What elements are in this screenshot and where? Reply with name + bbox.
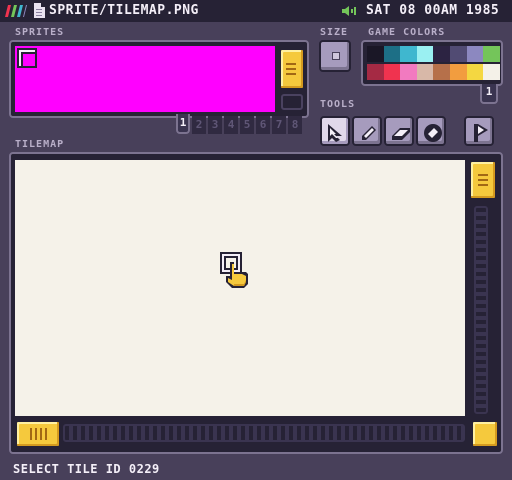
color-swatch[interactable] [483, 46, 501, 62]
color-swatch[interactable] [416, 64, 434, 80]
sprite-canvas[interactable] [15, 46, 275, 112]
color-swatch[interactable] [400, 64, 418, 80]
arrow-cursor-icon [328, 124, 342, 142]
tilemap-panel [9, 152, 503, 454]
vertical-scroll-track[interactable] [474, 206, 488, 414]
sprite-scroll-track[interactable] [281, 94, 303, 110]
tools-label: TOOLS [320, 99, 356, 110]
color-swatch[interactable] [400, 46, 418, 62]
pencil-icon [362, 126, 376, 140]
sprite-page-tab-5[interactable]: 5 [240, 116, 254, 134]
sprites-label: SPRITES [15, 27, 65, 38]
pencil-tool-button[interactable] [352, 116, 382, 146]
color-swatch[interactable] [466, 64, 484, 80]
vertical-scrollbar[interactable] [469, 160, 497, 418]
clock-display: SAT 08 00AM 1985 [366, 3, 500, 18]
vertical-scroll-handle[interactable] [469, 160, 497, 200]
tilemap-label: TILEMAP [15, 139, 65, 150]
color-swatch[interactable] [416, 46, 434, 62]
color-swatch[interactable] [450, 64, 467, 80]
fill-icon [424, 124, 442, 142]
color-swatch[interactable] [367, 64, 384, 80]
game-colors-label: GAME COLORS [368, 27, 446, 38]
sprite-selection-marker[interactable] [17, 48, 37, 68]
sprite-page-tab-6[interactable]: 6 [256, 116, 270, 134]
sprite-scrollbar[interactable] [279, 46, 305, 112]
color-swatch[interactable] [466, 46, 484, 62]
color-swatch[interactable] [433, 46, 451, 62]
color-swatch[interactable] [383, 64, 401, 80]
horizontal-scroll-track[interactable] [63, 424, 465, 442]
status-bar-text: SELECT TILE ID 0229 [13, 462, 160, 476]
color-swatch[interactable] [383, 46, 401, 62]
sprite-scroll-handle[interactable] [279, 48, 305, 90]
color-swatch[interactable] [483, 64, 501, 80]
sprite-page-tab-7[interactable]: 7 [272, 116, 286, 134]
speaker-icon[interactable] [342, 6, 356, 16]
color-palette [361, 40, 503, 86]
rainbow-stripes-logo-icon [5, 5, 27, 17]
horizontal-scroll-handle[interactable] [15, 420, 61, 448]
palette-page-tab[interactable]: 1 [480, 84, 498, 104]
eraser-icon [392, 128, 410, 140]
color-swatch[interactable] [450, 46, 467, 62]
size-label: SIZE [320, 27, 349, 38]
select-tool-button[interactable] [320, 116, 350, 146]
sprite-page-tab-8[interactable]: 8 [288, 116, 302, 134]
sprite-page-tab-4[interactable]: 4 [224, 116, 238, 134]
corner-button[interactable] [471, 420, 499, 448]
fill-tool-button[interactable] [416, 116, 446, 146]
sprite-page-tab-2[interactable]: 2 [192, 116, 206, 134]
top-bar: SPRITE/TILEMAP.PNG SAT 08 00AM 1985 [0, 0, 512, 22]
file-name: SPRITE/TILEMAP.PNG [49, 3, 199, 18]
sprite-panel [9, 40, 309, 118]
eraser-tool-button[interactable] [384, 116, 414, 146]
horizontal-scrollbar[interactable] [15, 420, 499, 448]
play-tool-button[interactable] [464, 116, 494, 146]
size-button[interactable] [319, 40, 351, 72]
sprite-page-tab-1[interactable]: 1 [176, 114, 190, 134]
color-swatch[interactable] [367, 46, 384, 62]
play-flag-icon [474, 124, 488, 142]
color-swatch[interactable] [433, 64, 451, 80]
sprite-page-tab-3[interactable]: 3 [208, 116, 222, 134]
document-icon [34, 3, 45, 18]
hand-pointer-icon [226, 262, 248, 288]
